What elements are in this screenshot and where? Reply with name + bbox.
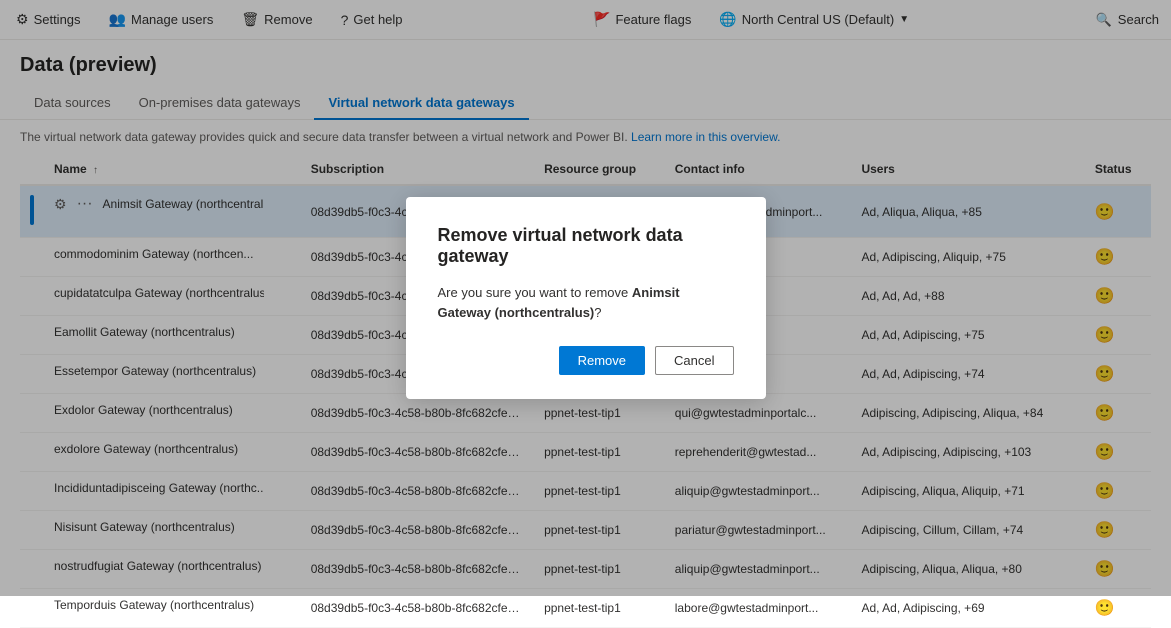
- modal-cancel-button[interactable]: Cancel: [655, 346, 733, 375]
- modal-overlay: Remove virtual network data gateway Are …: [0, 0, 1171, 596]
- remove-gateway-modal: Remove virtual network data gateway Are …: [406, 197, 766, 399]
- row-name-text: Temporduis Gateway (northcentralus): [54, 598, 254, 612]
- modal-body-suffix: ?: [594, 305, 601, 320]
- status-ok-icon: 🙂: [1095, 600, 1115, 617]
- modal-title: Remove virtual network data gateway: [438, 225, 734, 267]
- modal-body: Are you sure you want to remove Animsit …: [438, 283, 734, 322]
- modal-body-prefix: Are you sure you want to remove: [438, 285, 632, 300]
- modal-remove-button[interactable]: Remove: [559, 346, 645, 375]
- modal-footer: Remove Cancel: [438, 346, 734, 375]
